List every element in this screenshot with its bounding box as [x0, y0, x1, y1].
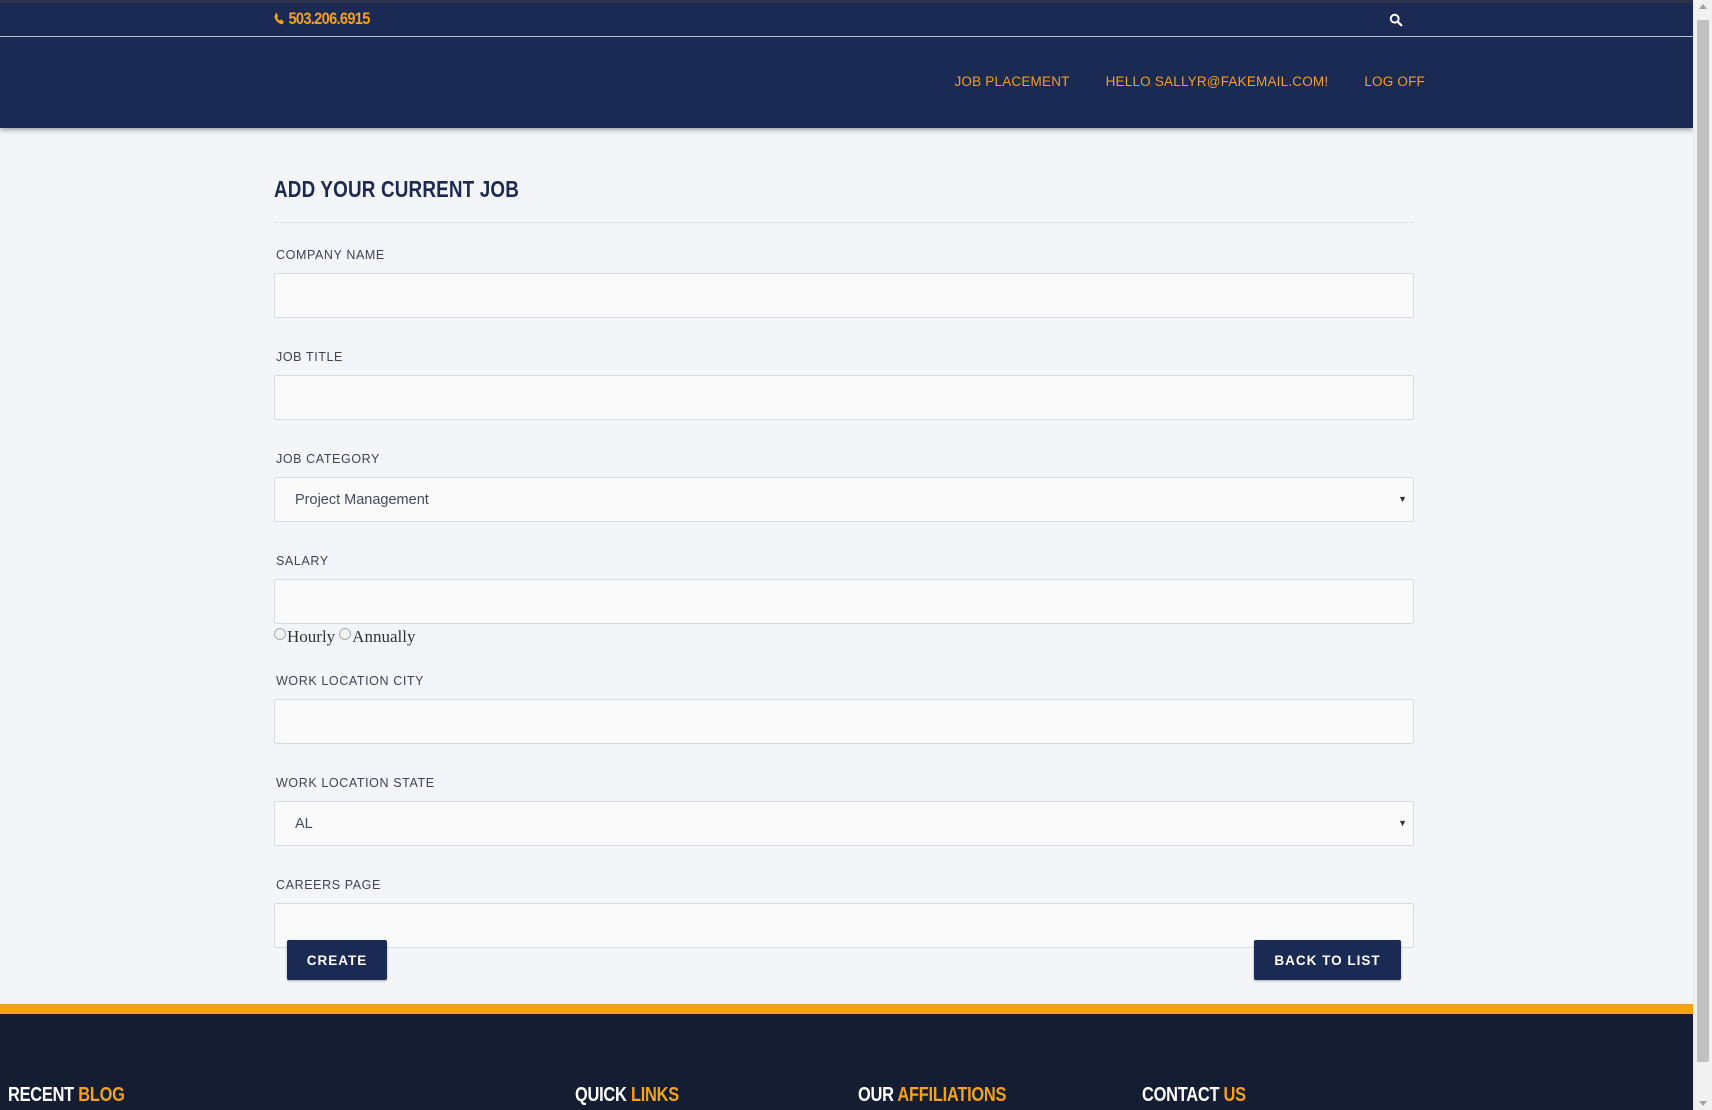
nav-links: JOB PLACEMENT HELLO SALLYR@FAKEMAIL.COM!…	[954, 74, 1425, 89]
footer-heading-quick-links: QUICK LINKS	[575, 1084, 679, 1106]
work-state-label: WORK LOCATION STATE	[276, 776, 435, 790]
page-scrollbar[interactable]	[1693, 0, 1712, 1110]
phone-contact[interactable]: 503.206.6915	[273, 9, 370, 29]
main-content: ADD YOUR CURRENT JOB COMPANY NAME JOB TI…	[274, 128, 1414, 948]
search-button[interactable]	[1389, 13, 1407, 31]
scroll-up-arrow-icon[interactable]	[1699, 4, 1707, 9]
title-divider	[274, 222, 1414, 223]
careers-page-input[interactable]	[274, 903, 1414, 948]
work-state-select[interactable]: AL ▼	[274, 801, 1414, 846]
salary-label: SALARY	[276, 554, 329, 568]
phone-icon	[274, 12, 284, 25]
footer-heading-contact-us: CONTACT US	[1142, 1084, 1246, 1106]
job-category-label: JOB CATEGORY	[276, 452, 380, 466]
job-title-label: JOB TITLE	[276, 350, 343, 364]
hourly-radio[interactable]	[274, 628, 286, 640]
salary-type-radio-group: Hourly Annually	[274, 627, 1414, 647]
create-button[interactable]: CREATE	[287, 940, 387, 980]
footer: RECENT BLOG QUICK LINKS OUR AFFILIATIONS…	[0, 1014, 1693, 1110]
nav-user-greeting[interactable]: HELLO SALLYR@FAKEMAIL.COM!	[1106, 74, 1329, 89]
nav-log-off[interactable]: LOG OFF	[1364, 74, 1425, 89]
scrollbar-thumb[interactable]	[1697, 20, 1709, 1062]
work-city-input[interactable]	[274, 699, 1414, 744]
page-title: ADD YOUR CURRENT JOB	[274, 176, 520, 202]
annually-radio-label[interactable]: Annually	[352, 627, 415, 647]
nav-job-placement[interactable]: JOB PLACEMENT	[954, 74, 1069, 89]
footer-accent-stripe	[0, 1004, 1693, 1014]
company-name-label: COMPANY NAME	[276, 248, 385, 262]
job-category-select[interactable]: Project Management ▼	[274, 477, 1414, 522]
top-bar: 503.206.6915	[0, 0, 1693, 37]
job-category-value: Project Management	[295, 491, 429, 508]
work-state-value: AL	[295, 815, 313, 832]
phone-number: 503.206.6915	[288, 9, 370, 28]
search-icon	[1389, 13, 1403, 27]
salary-input[interactable]	[274, 579, 1414, 624]
job-title-input[interactable]	[274, 375, 1414, 420]
main-navbar: JOB PLACEMENT HELLO SALLYR@FAKEMAIL.COM!…	[0, 37, 1693, 128]
scroll-down-arrow-icon[interactable]	[1699, 1101, 1707, 1106]
footer-heading-recent-blog: RECENT BLOG	[8, 1084, 125, 1106]
annually-radio[interactable]	[339, 628, 352, 640]
footer-heading-our-affiliations: OUR AFFILIATIONS	[858, 1084, 1007, 1106]
careers-page-label: CAREERS PAGE	[276, 878, 381, 892]
dropdown-caret-icon: ▼	[1398, 818, 1407, 828]
dropdown-caret-icon: ▼	[1398, 494, 1407, 504]
hourly-radio-label[interactable]: Hourly	[287, 627, 335, 647]
company-name-input[interactable]	[274, 273, 1414, 318]
back-to-list-button[interactable]: BACK TO LIST	[1254, 940, 1401, 980]
work-city-label: WORK LOCATION CITY	[276, 674, 425, 688]
